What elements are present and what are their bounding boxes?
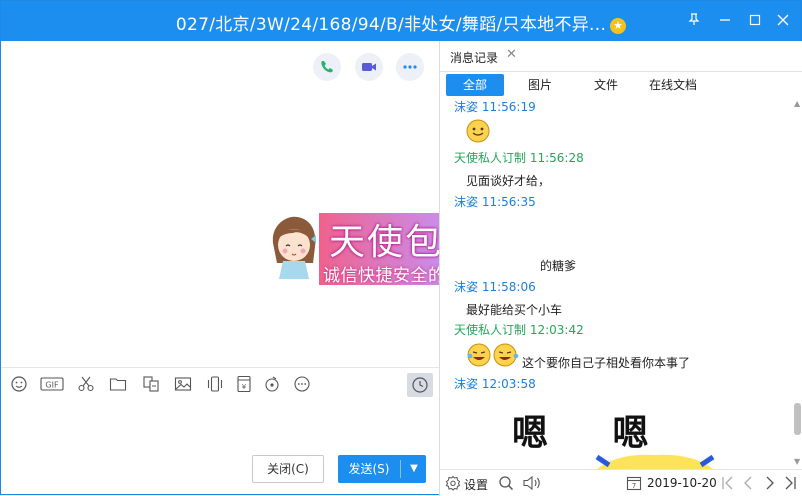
scissors-icon[interactable] <box>77 375 95 393</box>
video-icon <box>362 63 376 71</box>
chat-window: 027/北京/3W/24/168/94/B/非处女/舞蹈/只本地不异...★ <box>0 0 802 496</box>
chevron-down-icon[interactable]: ▼ <box>402 455 426 483</box>
message-header: 天使私人订制 11:56:28 <box>454 151 584 165</box>
more-icon <box>403 65 417 69</box>
image-icon[interactable] <box>174 375 192 393</box>
maximize-icon[interactable] <box>745 11 765 31</box>
next-page-icon[interactable] <box>764 475 776 493</box>
message-history-button[interactable] <box>407 373 433 397</box>
more-options-button[interactable] <box>396 53 424 81</box>
window-title: 027/北京/3W/24/168/94/B/非处女/舞蹈/只本地不异... <box>175 15 607 35</box>
message-header: 沫姿 11:58:06 <box>454 280 536 294</box>
send-divider <box>400 460 401 478</box>
message-text: 见面谈好才给， <box>466 174 551 188</box>
first-page-icon[interactable] <box>721 475 735 493</box>
message-text: 的糖爹 <box>540 259 577 273</box>
window-title-wrap: 027/北京/3W/24/168/94/B/非处女/舞蹈/只本地不异... ★ <box>1 10 801 35</box>
settings-label: 设置 <box>464 478 489 492</box>
close-button[interactable]: 关闭(C) <box>252 455 324 483</box>
message-header: 沫姿 11:56:19 <box>454 100 536 114</box>
speaker-icon[interactable] <box>522 475 544 493</box>
scroll-up-icon[interactable]: ▲ <box>794 99 800 108</box>
more-tools-icon[interactable] <box>293 375 311 393</box>
tab-label: 消息记录 <box>450 51 499 65</box>
tab-underline <box>440 71 802 72</box>
svg-text:GIF: GIF <box>45 381 59 390</box>
clock-icon <box>412 377 428 393</box>
folder-icon[interactable] <box>109 375 127 393</box>
scroll-thumb[interactable] <box>794 403 801 435</box>
title-bar: 027/北京/3W/24/168/94/B/非处女/舞蹈/只本地不异... ★ <box>1 1 801 41</box>
close-tab-icon[interactable]: ✕ <box>506 47 517 62</box>
tab-message-history[interactable]: 消息记录 ✕ <box>442 41 522 71</box>
red-packet-icon[interactable]: ¥ <box>235 375 253 393</box>
message-text: 这个要你自己子相处看你本事了 <box>522 356 691 370</box>
history-bottom-bar: 设置 7 2019-10-20 <box>440 469 802 495</box>
filter-files[interactable]: 文件 <box>580 74 632 96</box>
gif-icon[interactable]: GIF <box>40 375 64 393</box>
date-label: 2019-10-20 <box>647 476 717 490</box>
music-icon[interactable] <box>263 375 281 393</box>
gear-icon <box>445 475 461 491</box>
filter-images[interactable]: 图片 <box>514 74 566 96</box>
send-button[interactable]: 发送(S) ▼ <box>338 455 426 483</box>
toolbar-separator <box>1 367 439 368</box>
compose-toolbar: GIF ¥ <box>1 369 439 399</box>
settings-button[interactable]: 设置 <box>445 475 495 493</box>
date-picker[interactable]: 7 2019-10-20 <box>626 475 718 493</box>
last-page-icon[interactable] <box>783 475 797 493</box>
sticker-text: 嗯 嗯 <box>512 412 675 454</box>
calendar-icon: 7 <box>626 476 642 491</box>
prev-page-icon[interactable] <box>742 475 754 493</box>
minimize-icon[interactable] <box>715 11 735 31</box>
file-transfer-icon[interactable] <box>142 375 160 393</box>
emoji-icon[interactable] <box>10 375 28 393</box>
voice-call-button[interactable] <box>313 53 341 81</box>
history-pane: 消息记录 ✕ 全部 图片 文件 在线文档 沫姿 11:56:19 天使私人订制 … <box>440 41 802 495</box>
cartoon-girl-icon <box>272 216 316 279</box>
message-list: 沫姿 11:56:19 天使私人订制 11:56:28 见面谈好才给， 沫姿 1… <box>440 99 792 469</box>
search-icon[interactable] <box>498 475 514 493</box>
laughing-emoji-icon <box>467 343 519 367</box>
close-window-icon[interactable] <box>773 11 793 31</box>
history-scrollbar[interactable]: ▲ ▼ <box>792 99 802 469</box>
message-header: 天使私人订制 12:03:42 <box>454 323 584 337</box>
message-header: 沫姿 11:56:35 <box>454 195 536 209</box>
svg-text:7: 7 <box>632 482 636 490</box>
history-filters: 全部 图片 文件 在线文档 <box>440 74 802 98</box>
star-icon[interactable]: ★ <box>610 18 627 34</box>
video-call-button[interactable] <box>355 53 383 81</box>
message-text: 最好能给买个小车 <box>466 303 563 317</box>
filter-online-docs[interactable]: 在线文档 <box>640 74 706 96</box>
filter-all[interactable]: 全部 <box>446 74 504 96</box>
pin-icon[interactable] <box>684 11 704 31</box>
message-header: 沫姿 12:03:58 <box>454 377 536 391</box>
phone-icon <box>321 61 333 73</box>
sticker-character-icon <box>595 454 715 469</box>
shake-icon[interactable] <box>206 375 224 393</box>
svg-text:¥: ¥ <box>242 383 247 391</box>
send-label: 发送(S) <box>348 462 390 476</box>
scroll-down-icon[interactable]: ▼ <box>794 457 800 466</box>
compose-pane: 天使包养网 诚信快捷安全的交友平台 GIF ¥ 关闭(C) 发送(S) ▼ <box>1 41 537 494</box>
smile-emoji-icon <box>466 119 490 143</box>
